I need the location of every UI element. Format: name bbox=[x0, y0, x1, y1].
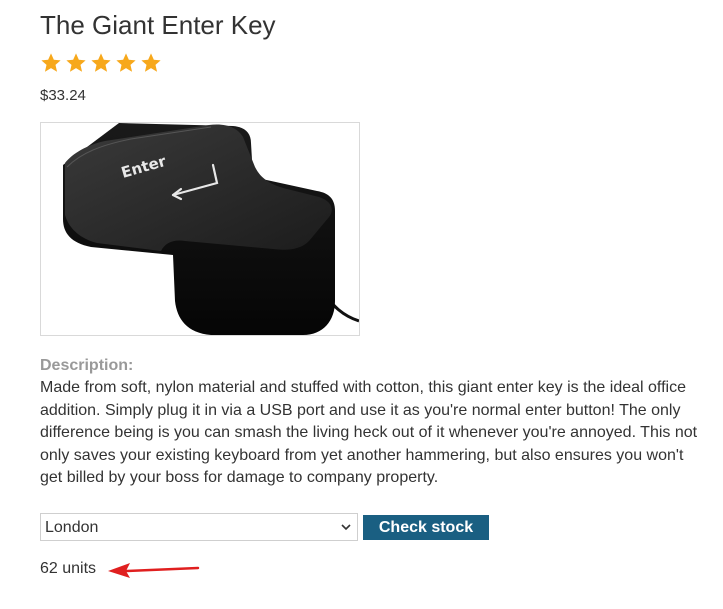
product-title: The Giant Enter Key bbox=[40, 10, 276, 40]
star-rating bbox=[40, 52, 162, 74]
star-icon bbox=[116, 53, 136, 72]
enter-key-product-icon: Enter bbox=[63, 123, 359, 335]
red-arrow-annotation bbox=[108, 563, 200, 578]
product-image: Enter bbox=[40, 122, 360, 336]
star-icon bbox=[141, 53, 161, 72]
chevron-down-icon bbox=[341, 524, 351, 531]
store-select-value: London bbox=[45, 519, 99, 536]
description-label: Description: bbox=[40, 357, 134, 374]
star-icon bbox=[91, 53, 111, 72]
product-description: Made from soft, nylon material and stuff… bbox=[40, 379, 698, 487]
store-select[interactable]: London bbox=[40, 513, 358, 541]
star-icon bbox=[41, 53, 61, 72]
product-price: $33.24 bbox=[40, 87, 86, 104]
star-icon bbox=[66, 53, 86, 72]
check-stock-button[interactable]: Check stock bbox=[363, 514, 489, 540]
stock-result: 62 units bbox=[40, 560, 97, 577]
stock-check-form: London Check stock bbox=[40, 513, 489, 541]
